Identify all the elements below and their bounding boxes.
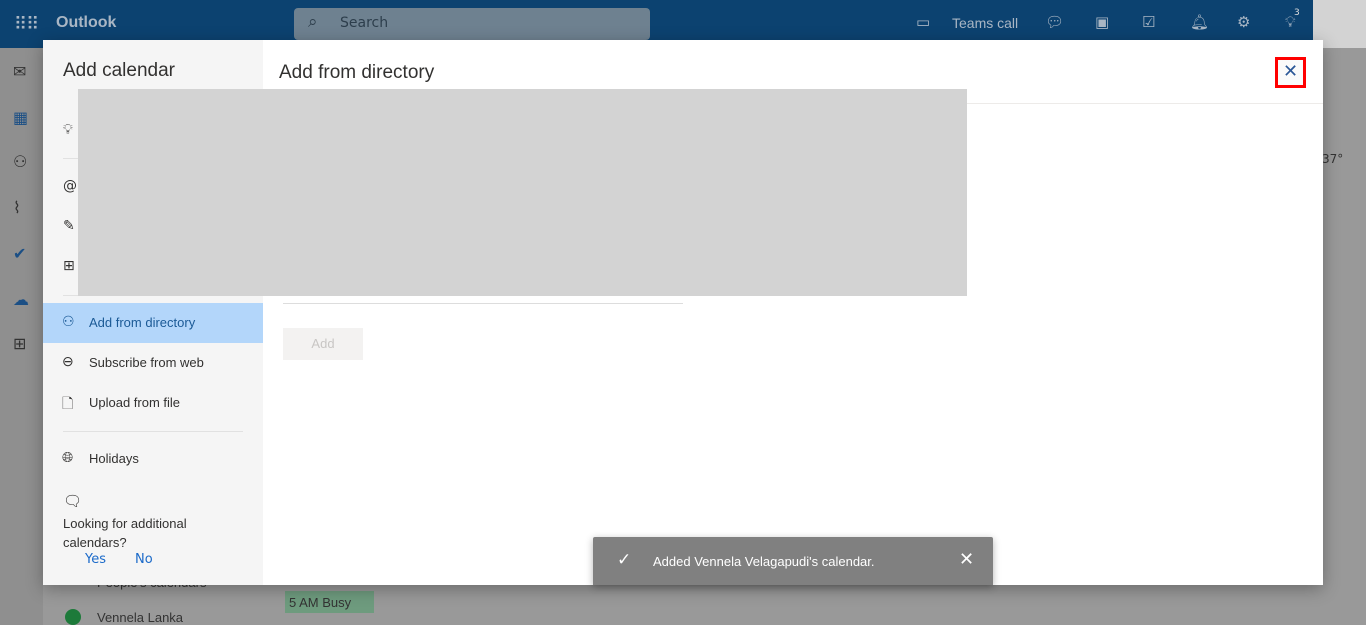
redacted-region — [78, 89, 967, 296]
toast-notification: ✓ Added Vennela Velagapudi's calendar. ✕ — [593, 537, 993, 585]
close-icon: ✕ — [1282, 61, 1299, 82]
attachment-icon[interactable]: ⌇ — [13, 198, 21, 217]
calendar-owner[interactable]: Vennela Lanka — [97, 610, 183, 625]
feedback-icon: 🗨︎ — [63, 492, 83, 510]
busy-event[interactable]: 5 AM Busy — [285, 591, 374, 613]
add-calendar-dialog: Add calendar 💡︎ @ ✎ ⊞ ⚇ Add from directo… — [43, 40, 1323, 585]
weather: 37° — [1322, 152, 1344, 166]
nav-item-label: Holidays — [89, 451, 139, 466]
nav-item-label: Add from directory — [89, 315, 196, 330]
calendar-checked-icon[interactable] — [65, 609, 81, 625]
video-icon: ▭ — [916, 13, 931, 31]
lightbulb-icon: 💡︎ — [63, 122, 73, 138]
nav-item-upload-from-file[interactable]: 🗋︎ Upload from file — [43, 383, 263, 423]
yes-link[interactable]: Yes — [85, 552, 106, 567]
gear-icon[interactable]: ⚙ — [1237, 13, 1250, 31]
app-name: Outlook — [56, 14, 117, 31]
nav-item-label: Subscribe from web — [89, 355, 204, 370]
file-upload-icon: 🗋︎ — [62, 395, 74, 411]
tips-badge: 3 — [1294, 8, 1300, 18]
nav-item-subscribe-from-web[interactable]: ⊖ Subscribe from web — [43, 343, 263, 383]
no-link[interactable]: No — [135, 552, 153, 567]
nav-item-holidays[interactable]: 🌐︎ Holidays — [43, 439, 263, 479]
email-icon[interactable]: @ — [63, 178, 77, 194]
divider — [63, 431, 243, 432]
mail-icon[interactable]: ✉ — [13, 62, 26, 81]
search-input[interactable]: ⌕ Search — [294, 8, 650, 40]
link-icon: ⊖ — [62, 353, 74, 369]
onenote-icon[interactable]: ▣ — [1095, 13, 1109, 31]
teams-call-button[interactable]: Teams call — [952, 15, 1018, 31]
new-calendar-icon[interactable]: ⊞ — [63, 258, 75, 274]
add-button[interactable]: Add — [283, 328, 363, 360]
onedrive-icon[interactable]: ☁ — [13, 290, 29, 309]
app-rail: ✉ ▦ ⚇ ⌇ ✔ ☁ ⊞ — [0, 48, 43, 625]
main-title: Add from directory — [279, 62, 435, 83]
people-icon[interactable]: ⚇ — [13, 152, 27, 171]
calendar-icon[interactable]: ▦ — [13, 108, 28, 127]
additional-calendars-prompt: Looking for additional calendars? — [63, 516, 187, 550]
directory-search-input[interactable] — [283, 303, 683, 304]
todo-icon[interactable]: ✔ — [13, 244, 26, 263]
edit-calendar-icon[interactable]: ✎ — [63, 218, 75, 234]
toast-message: Added Vennela Velagapudi's calendar. — [653, 554, 875, 569]
checkmark-icon: ✓ — [617, 550, 632, 570]
bell-icon[interactable]: 🔔︎ — [1190, 13, 1209, 31]
chat-icon[interactable]: 💬︎ — [1045, 13, 1064, 31]
globe-icon: 🌐︎ — [62, 449, 74, 465]
search-placeholder: Search — [340, 15, 389, 31]
nav-item-label: Upload from file — [89, 395, 181, 410]
apps-icon[interactable]: ⊞ — [13, 334, 26, 353]
people-add-icon: ⚇ — [62, 313, 75, 329]
app-launcher-icon[interactable]: ⠿⠿ — [14, 14, 39, 35]
calendar-check-icon[interactable]: ☑ — [1142, 13, 1155, 31]
nav-item-add-from-directory[interactable]: ⚇ Add from directory — [43, 303, 263, 343]
search-icon: ⌕ — [308, 12, 318, 32]
close-button[interactable]: ✕ — [1275, 57, 1306, 88]
nav-title: Add calendar — [63, 60, 175, 81]
dismiss-toast-icon[interactable]: ✕ — [959, 549, 974, 570]
